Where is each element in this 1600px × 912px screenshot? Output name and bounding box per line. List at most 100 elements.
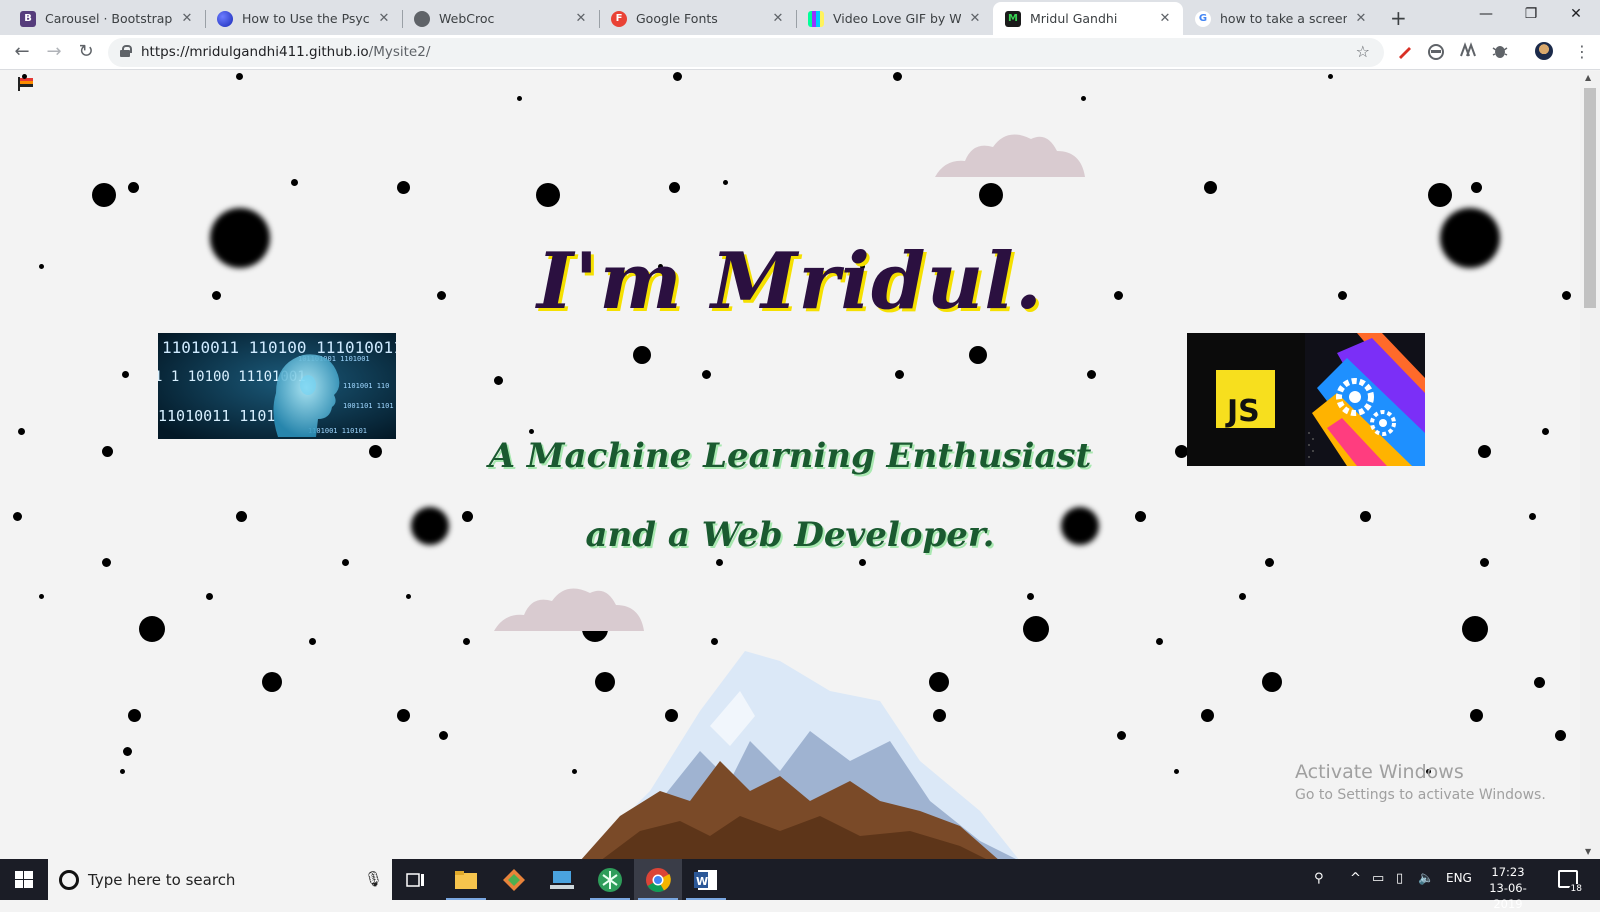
cloud-graphic-top xyxy=(935,134,1085,177)
close-tab-icon[interactable]: ✕ xyxy=(1353,11,1369,26)
background-dot xyxy=(715,558,723,566)
tab-carousel-bootstrap[interactable]: B Carousel · Bootstrap ✕ xyxy=(8,2,205,35)
network-icon[interactable]: ▭ xyxy=(1372,871,1384,886)
start-button[interactable] xyxy=(0,859,48,900)
windows-taskbar: Type here to search 🎙 W ⚲ ^ ▭ ▯ 🔈 ENG 17… xyxy=(0,859,1600,911)
background-dot xyxy=(1470,181,1482,193)
background-dot xyxy=(1155,637,1163,645)
tab-giphy[interactable]: Video Love GIF by Wistie ✕ xyxy=(796,2,993,35)
incognito-extension-icon[interactable] xyxy=(1427,42,1445,60)
minimize-icon[interactable]: — xyxy=(1476,6,1496,22)
background-dot xyxy=(308,637,316,645)
close-tab-icon[interactable]: ✕ xyxy=(1157,11,1173,26)
close-tab-icon[interactable]: ✕ xyxy=(967,11,983,26)
background-dot xyxy=(1200,708,1214,722)
pen-extension-icon[interactable] xyxy=(1396,42,1414,60)
background-dot xyxy=(1116,730,1126,740)
background-dot xyxy=(1327,73,1333,79)
taskbar-search-box[interactable]: Type here to search 🎙 xyxy=(48,859,392,900)
bug-extension-icon[interactable] xyxy=(1491,42,1509,60)
background-dot xyxy=(672,71,682,81)
restore-icon[interactable]: ❐ xyxy=(1521,6,1541,22)
battery-icon[interactable]: ▯ xyxy=(1396,871,1403,886)
close-tab-icon[interactable]: ✕ xyxy=(376,11,392,26)
close-tab-icon[interactable]: ✕ xyxy=(179,11,195,26)
tab-title: Video Love GIF by Wistie xyxy=(833,11,961,26)
forward-icon[interactable]: → xyxy=(43,41,65,62)
browser-menu-icon[interactable]: ⋮ xyxy=(1574,42,1590,61)
people-icon[interactable]: ⚲ xyxy=(1314,871,1324,886)
xampp-app-button[interactable] xyxy=(586,859,634,900)
word-icon: W xyxy=(694,869,717,890)
scroll-thumb[interactable] xyxy=(1584,88,1596,308)
close-tab-icon[interactable]: ✕ xyxy=(573,11,589,26)
background-dot xyxy=(38,593,44,599)
lock-icon xyxy=(120,45,132,57)
show-hidden-icons-chevron-icon[interactable]: ^ xyxy=(1350,871,1361,886)
background-dot xyxy=(1023,616,1049,642)
git-app-button[interactable] xyxy=(490,859,538,900)
tab-google-search[interactable]: G how to take a screenshot ✕ xyxy=(1183,2,1379,35)
page-scrollbar[interactable]: ▲ ▼ xyxy=(1580,71,1600,859)
volume-icon[interactable]: 🔈 xyxy=(1418,871,1434,886)
system-clock[interactable]: 17:23 13-06-2019 xyxy=(1478,864,1538,912)
reload-icon[interactable]: ↻ xyxy=(75,41,97,62)
language-indicator[interactable]: ENG xyxy=(1446,871,1472,885)
background-dot xyxy=(438,730,448,740)
background-dot xyxy=(1479,557,1489,567)
reader-extension-icon[interactable] xyxy=(1459,42,1477,60)
watermark-line-2: Go to Settings to activate Windows. xyxy=(1295,787,1546,803)
bookmark-star-icon[interactable]: ☆ xyxy=(1356,42,1370,61)
background-dot xyxy=(722,179,728,185)
background-dot xyxy=(858,558,866,566)
browser-toolbar: ← → ↻ https://mridulgandhi411.github.io/… xyxy=(0,35,1600,70)
chrome-app-button[interactable] xyxy=(634,859,682,900)
svg-text:W: W xyxy=(696,875,708,888)
microphone-icon[interactable]: 🎙 xyxy=(364,870,383,888)
background-dot xyxy=(1533,676,1545,688)
close-tab-icon[interactable]: ✕ xyxy=(770,11,786,26)
background-dot xyxy=(1238,592,1246,600)
task-view-button[interactable] xyxy=(392,859,440,900)
background-dot xyxy=(701,369,711,379)
cortana-icon xyxy=(59,870,79,890)
scroll-down-arrow-icon[interactable]: ▼ xyxy=(1585,847,1591,856)
new-tab-button[interactable]: + xyxy=(1390,6,1407,30)
word-app-button[interactable]: W xyxy=(682,859,730,900)
watermark-line-1: Activate Windows xyxy=(1295,761,1464,783)
action-center-icon[interactable]: 18 xyxy=(1558,870,1584,894)
tab-google-fonts[interactable]: F Google Fonts ✕ xyxy=(599,2,796,35)
background-dot xyxy=(121,370,129,378)
background-dot xyxy=(396,180,410,194)
background-dot xyxy=(1203,180,1217,194)
tab-title: Mridul Gandhi xyxy=(1030,11,1118,26)
background-dot xyxy=(462,637,470,645)
background-dot xyxy=(205,592,213,600)
tab-mridul-gandhi[interactable]: M Mridul Gandhi ✕ xyxy=(993,2,1183,35)
tab-title: Carousel · Bootstrap xyxy=(45,11,173,26)
background-dot xyxy=(1264,557,1274,567)
tab-psychology[interactable]: How to Use the Psycholo ✕ xyxy=(205,2,402,35)
pc-app-button[interactable] xyxy=(538,859,586,900)
tab-title: How to Use the Psycholo xyxy=(242,11,370,26)
file-explorer-button[interactable] xyxy=(442,859,490,900)
background-dot xyxy=(969,346,987,364)
background-dot xyxy=(405,593,411,599)
background-dot xyxy=(979,183,1003,207)
url-path: /Mysite2/ xyxy=(368,44,431,60)
scroll-up-arrow-icon[interactable]: ▲ xyxy=(1585,73,1591,82)
background-dot xyxy=(633,346,651,364)
background-dot xyxy=(235,72,243,80)
address-bar[interactable]: https://mridulgandhi411.github.io/Mysite… xyxy=(108,38,1384,67)
background-dot xyxy=(92,183,116,207)
profile-avatar[interactable] xyxy=(1535,42,1553,60)
tab-webcroc[interactable]: WebCroc ✕ xyxy=(402,2,599,35)
background-dot xyxy=(139,616,165,642)
webpage-viewport: I'm Mridul. A Machine Learning Enthusias… xyxy=(0,71,1580,859)
tab-title: Google Fonts xyxy=(636,11,718,26)
close-window-icon[interactable]: ✕ xyxy=(1566,6,1586,22)
tab-title: how to take a screenshot xyxy=(1220,11,1347,26)
background-dot xyxy=(528,428,534,434)
back-icon[interactable]: ← xyxy=(11,41,33,62)
background-dot xyxy=(101,557,111,567)
